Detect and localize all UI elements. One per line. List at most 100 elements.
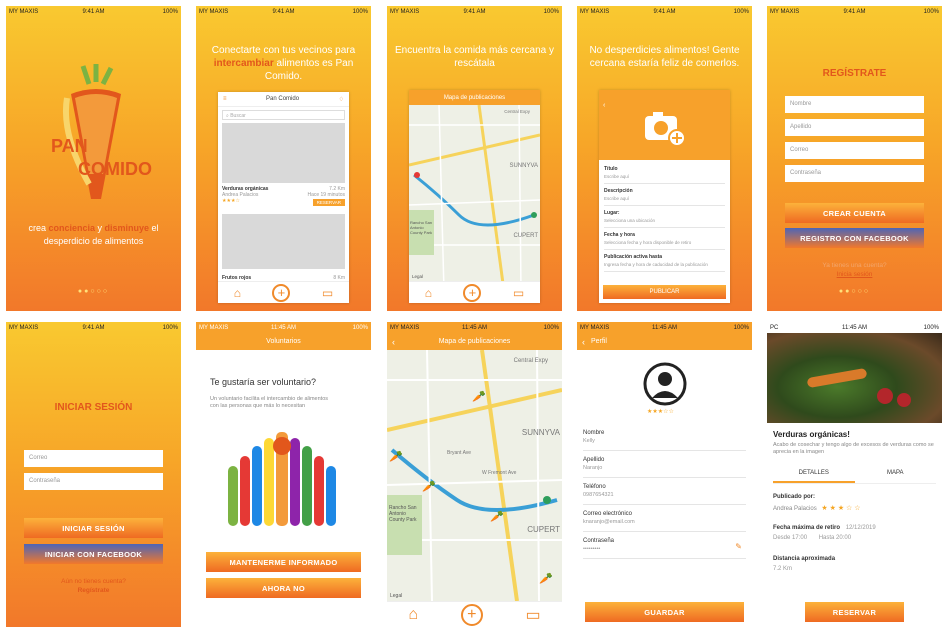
map-legal[interactable]: Legal (390, 593, 402, 599)
tab-details[interactable]: DETALLES (773, 470, 855, 483)
profile-form: Nombre Kelly Apellido Naranjo Teléfono 0987… (583, 424, 746, 559)
battery: 100% (733, 324, 749, 331)
map-icon[interactable]: ▭ (322, 286, 333, 300)
onboarding-exchange-screen: MY MAXIS 9:41 AM 100% Conectarte con tus… (196, 6, 371, 311)
volunteer-screen: MY MAXIS 11:45 AM 100% Voluntarios Te gu… (196, 322, 371, 627)
password-field[interactable]: Contraseña (785, 165, 924, 182)
map-view[interactable]: SUNNYVA CUPERT Rancho San Antonio County… (409, 105, 540, 281)
map-label: Rancho San Antonio County Park (389, 505, 417, 523)
keep-informed-button[interactable]: MANTENERME INFORMADO (206, 552, 361, 572)
splash-tagline: crea conciencia y disminuye el desperdic… (28, 223, 159, 246)
carrier: MY MAXIS (390, 8, 420, 15)
form-field[interactable]: Apellido Naranjo (583, 451, 746, 478)
add-post-icon[interactable]: + (272, 283, 291, 302)
phone-preview: ≡ Pan Comido ♢ ⌕ Buscar Verduras orgánic… (218, 92, 349, 303)
carrier: MY MAXIS (9, 8, 39, 15)
clock: 9:41 AM (82, 8, 105, 15)
reserve-button[interactable]: RESERVAR (312, 199, 345, 206)
form-field[interactable]: Publicación activa hasta Ingresa fecha y … (604, 250, 725, 272)
add-post-icon[interactable]: + (463, 283, 482, 302)
add-post-icon[interactable]: + (460, 603, 483, 626)
home-icon[interactable]: ⌂ (408, 606, 418, 624)
tab-bar: ⌂ + ▭ (218, 281, 349, 303)
carrot-pin-icon[interactable]: 🥕 (389, 450, 403, 463)
tab-map[interactable]: MAPA (855, 470, 937, 483)
form-field[interactable]: Correo electrónico knaranjo@email.com (583, 505, 746, 532)
not-now-button[interactable]: AHORA NO (206, 578, 361, 598)
status-bar: MY MAXIS 9:41 AM 100% (387, 6, 562, 17)
search-input[interactable]: ⌕ Buscar (222, 110, 345, 120)
form-field[interactable]: Teléfono 0987654321 (583, 478, 746, 505)
save-button[interactable]: GUARDAR (585, 602, 744, 622)
app-header: ≡ Pan Comido ♢ (218, 92, 349, 107)
onboarding-headline: Encuentra la comida más cercana y rescát… (395, 45, 554, 69)
logo-word-pan: PAN (51, 136, 88, 156)
post-card[interactable]: Verduras orgánicas Andrea Palacios ★★★☆ … (222, 186, 345, 208)
form-field[interactable]: Nombre Kelly (583, 424, 746, 451)
create-account-button[interactable]: CREAR CUENTA (785, 203, 924, 223)
lastname-field[interactable]: Apellido (785, 119, 924, 136)
carrot-pin-icon[interactable]: 🥕 (422, 480, 436, 493)
no-account-text: Aún no tienes cuenta? (61, 578, 126, 585)
clock: 11:45 AM (462, 324, 487, 331)
email-field[interactable]: Correo (24, 450, 163, 467)
login-button[interactable]: INICIAR SESIÓN (24, 518, 163, 538)
reserve-button[interactable]: RESERVAR (805, 602, 904, 622)
page-indicator[interactable]: ●●○○○ (767, 288, 942, 295)
map-view[interactable]: SUNNYVA CUPERT Rancho San Antonio County… (387, 350, 562, 601)
password-field[interactable]: Contraseña (24, 473, 163, 490)
camera-icon (645, 112, 686, 147)
post-description: Acabo de cosechar y tengo algo de exceso… (773, 442, 934, 455)
carrot-pin-icon[interactable]: 🥕 (539, 572, 553, 585)
avatar-icon[interactable] (643, 362, 687, 406)
status-bar: MY MAXIS 9:41 AM 100% (196, 6, 371, 17)
carrot-pin-icon[interactable]: 🥕 (490, 510, 504, 523)
app-header: Voluntarios (196, 333, 371, 350)
form-field[interactable]: Fecha y hora Selecciona fecha y hora disp… (604, 228, 725, 250)
post-image[interactable] (222, 214, 345, 269)
app-title: Pan Comido (266, 96, 300, 102)
photo-area[interactable]: ‹ (599, 90, 730, 160)
login-link[interactable]: Inicia sesión (767, 271, 942, 278)
status-bar: PC 11:45 AM 100% (767, 322, 942, 333)
map-legal[interactable]: Legal (412, 274, 423, 279)
page-indicator[interactable]: ●●○○○ (6, 288, 181, 295)
status-bar: MY MAXIS 9:41 AM 100% (6, 6, 181, 17)
battery: 100% (923, 324, 939, 331)
form-field[interactable]: Contraseña ••••••••• ✎ (583, 532, 746, 559)
status-bar: MY MAXIS 9:41 AM 100% (577, 6, 752, 17)
author-rating: ★ ★ ★ ☆ ☆ (821, 505, 861, 512)
onboarding-publish-screen: MY MAXIS 9:41 AM 100% No desperdicies al… (577, 6, 752, 311)
carrier: MY MAXIS (199, 8, 229, 15)
form-field[interactable]: Descripción Escribe aquí (604, 184, 725, 206)
name-field[interactable]: Nombre (785, 96, 924, 113)
map-label: Central Expy (513, 358, 548, 364)
post-image[interactable] (222, 123, 345, 183)
battery: 100% (923, 8, 939, 15)
map-roads (409, 105, 540, 281)
map-label: Central Expy (504, 109, 530, 114)
home-icon[interactable]: ⌂ (234, 286, 241, 300)
publish-button[interactable]: PUBLICAR (603, 285, 726, 299)
home-icon[interactable]: ⌂ (425, 286, 432, 300)
map-icon[interactable]: ▭ (513, 286, 524, 300)
distance-label: Distancia aproximada (773, 556, 836, 562)
email-field[interactable]: Correo (785, 142, 924, 159)
map-icon[interactable]: ▭ (526, 605, 541, 625)
form-field[interactable]: Título Escribe aquí (604, 162, 725, 184)
carrot-pin-icon[interactable]: 🥕 (472, 390, 486, 403)
back-icon[interactable]: ‹ (582, 337, 585, 347)
app-header: ‹ Perfil (577, 333, 752, 350)
form-field[interactable]: Lugar: Selecciona una ubicación (604, 206, 725, 228)
author-row[interactable]: Andrea Palacios ★ ★ ★ ☆ ☆ (773, 504, 861, 512)
back-icon[interactable]: ‹ (392, 337, 395, 347)
battery: 100% (543, 324, 559, 331)
facebook-login-button[interactable]: INICIAR CON FACEBOOK (24, 544, 163, 564)
back-icon[interactable]: ‹ (603, 102, 605, 109)
logo-word-comido: COMIDO (78, 159, 152, 179)
edit-pencil-icon[interactable]: ✎ (735, 542, 742, 551)
facebook-register-button[interactable]: REGISTRO CON FACEBOOK (785, 228, 924, 248)
map-label: W Fremont Ave (482, 470, 517, 476)
register-link[interactable]: Regístrate (6, 587, 181, 594)
published-by-label: Publicado por: (773, 494, 815, 500)
